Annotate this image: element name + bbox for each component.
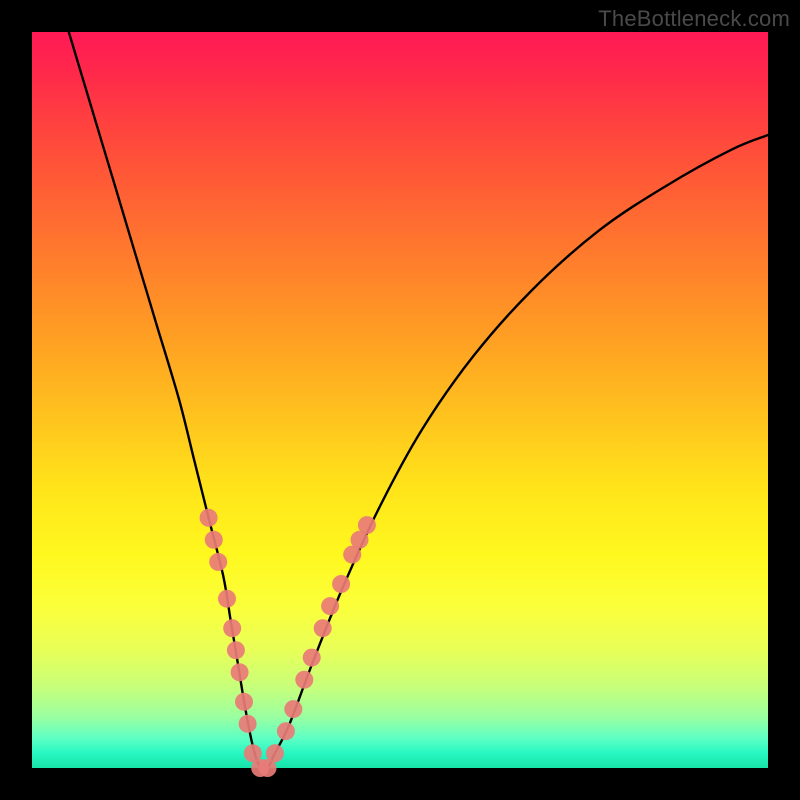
marker-point [277,722,295,740]
marker-point [303,649,321,667]
marker-point [218,590,236,608]
marker-point [239,715,257,733]
marker-point [205,531,223,549]
marker-point [266,744,284,762]
marker-point [235,693,253,711]
chart-frame: TheBottleneck.com [0,0,800,800]
marker-point [231,663,249,681]
marker-point [284,700,302,718]
marker-point [223,619,241,637]
marker-point [227,641,245,659]
marker-point [295,671,313,689]
marker-point [200,509,218,527]
plot-area [32,32,768,768]
marker-point [358,516,376,534]
curve-svg [32,32,768,768]
marker-point [321,597,339,615]
bottleneck-curve [69,32,768,770]
marker-point [314,619,332,637]
watermark-text: TheBottleneck.com [598,6,790,32]
marker-point [332,575,350,593]
marker-point [209,553,227,571]
highlighted-points [200,509,376,777]
